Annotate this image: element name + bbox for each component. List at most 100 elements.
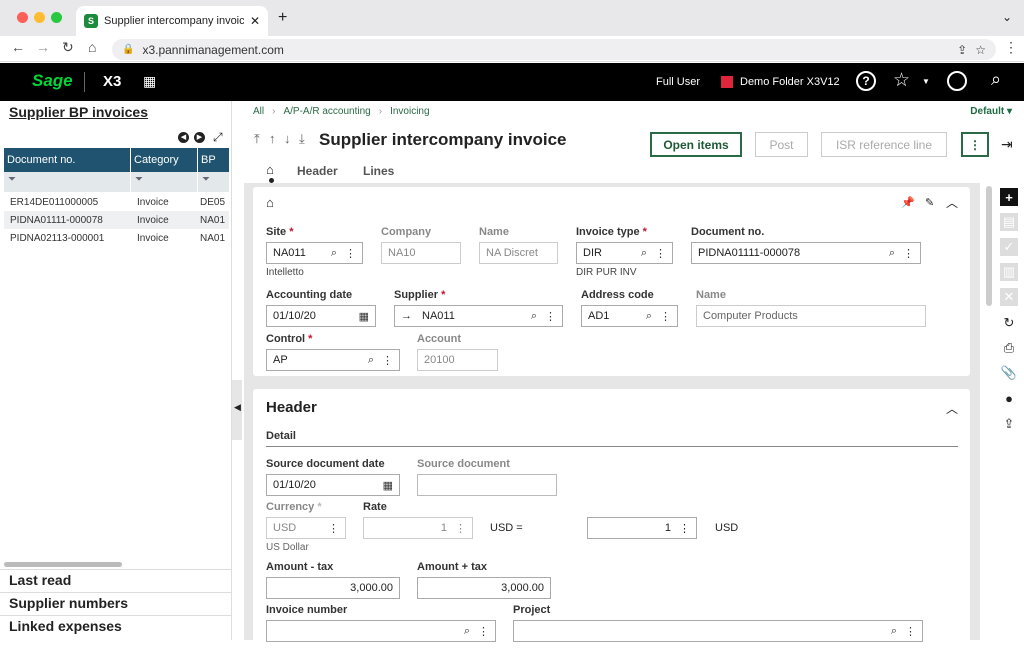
back-icon[interactable]: ← — [11, 39, 25, 55]
sage-favicon-icon: S — [84, 14, 98, 28]
vertical-scrollbar[interactable] — [986, 186, 992, 306]
first-record-icon[interactable]: ⤒ — [254, 131, 260, 147]
invoice-type-field[interactable]: DIR ⌕ ⋮ — [576, 242, 673, 264]
accounting-date-field[interactable]: 01/10/20 ▦ — [266, 305, 376, 327]
new-tab-icon[interactable]: + — [278, 9, 287, 27]
project-field[interactable]: ⌕ ⋮ — [513, 620, 923, 642]
attachment-icon[interactable]: 📎 — [1000, 364, 1018, 382]
favorites-star-icon[interactable]: ☆ — [893, 69, 910, 92]
comment-icon[interactable]: ● — [1000, 389, 1018, 407]
more-icon: ⋮ — [903, 247, 914, 260]
collapse-up-icon[interactable]: ︿ — [946, 400, 958, 417]
search-icon[interactable]: ⌕ — [991, 69, 1001, 90]
left-panel-title[interactable]: Supplier BP invoices — [9, 104, 148, 120]
edit-pencil-icon[interactable]: ✎ — [925, 196, 934, 209]
check-icon[interactable]: ✓ — [1000, 238, 1018, 256]
column-header[interactable]: Document no. — [4, 148, 131, 172]
open-items-button[interactable]: Open items — [650, 132, 742, 157]
close-window-icon[interactable] — [17, 12, 28, 23]
tab-header[interactable]: Header — [297, 164, 338, 178]
source-date-field[interactable]: 01/10/20 ▦ — [266, 474, 400, 496]
section-last-read[interactable]: Last read — [0, 569, 232, 591]
filter-icon[interactable]: ⏷ — [4, 172, 131, 192]
site-field[interactable]: NA011 ⌕ ⋮ — [266, 242, 363, 264]
calendar-icon[interactable]: ▦ — [143, 73, 156, 90]
user-role[interactable]: Full User — [656, 76, 700, 88]
reload-icon[interactable]: ↻ — [62, 39, 74, 56]
help-icon[interactable]: ? — [856, 71, 876, 91]
post-button[interactable]: Post — [755, 132, 808, 157]
breadcrumb-item[interactable]: All — [253, 106, 264, 117]
bookmark-star-icon[interactable]: ☆ — [975, 43, 986, 57]
search-icon: ⌕ — [645, 309, 652, 322]
table-row[interactable]: PIDNA02113-000001 Invoice NA01 — [4, 229, 229, 247]
browser-menu-icon[interactable]: ⋮ — [1004, 39, 1018, 56]
sage-top-bar: Sage X3 ▦ Full User Demo Folder X3V12 ? … — [0, 63, 1024, 101]
previous-icon[interactable]: ◀ — [178, 132, 189, 143]
previous-record-icon[interactable]: ↑ — [269, 131, 276, 146]
filter-icon[interactable]: ⏷ — [198, 172, 229, 192]
exit-icon[interactable]: ⇥ — [1001, 136, 1013, 153]
accounting-date-label: Accounting date — [266, 289, 353, 301]
home-tab-icon[interactable]: ⌂ — [266, 162, 274, 177]
address-code-field[interactable]: AD1 ⌕ ⋮ — [581, 305, 678, 327]
tab-title: Supplier intercompany invoice — [104, 15, 244, 27]
document-no-field[interactable]: PIDNA01111-000078 ⌕ ⋮ — [691, 242, 921, 264]
more-icon: ⋮ — [545, 310, 556, 323]
browser-tab[interactable]: S Supplier intercompany invoice ✕ — [76, 6, 268, 36]
url-field[interactable]: 🔒 x3.pannimanagement.com ⇪ ☆ — [112, 39, 996, 60]
amount-tax-in-field[interactable]: 3,000.00 — [417, 577, 551, 599]
cancel-icon[interactable]: ✕ — [1000, 288, 1018, 306]
refresh-icon[interactable]: ↻ — [1000, 314, 1018, 332]
print-icon[interactable]: ⎙ — [1000, 339, 1018, 357]
compass-icon[interactable] — [947, 71, 967, 91]
title-area: ⤒ ↑ ↓ ⤓ Supplier intercompany invoice Op… — [244, 121, 1024, 183]
maximize-window-icon[interactable] — [51, 12, 62, 23]
search-icon: ⌕ — [530, 309, 537, 322]
more-actions-button[interactable]: ⋮ — [961, 132, 989, 157]
forward-icon[interactable]: → — [36, 39, 50, 55]
source-document-field[interactable] — [417, 474, 557, 496]
column-header[interactable]: Category — [131, 148, 198, 172]
minimize-window-icon[interactable] — [34, 12, 45, 23]
add-icon[interactable]: + — [1000, 188, 1018, 206]
delete-icon[interactable]: ▥ — [1000, 263, 1018, 281]
expand-icon[interactable]: ⤢ — [213, 130, 223, 145]
more-icon: ⋮ — [679, 522, 690, 535]
control-field[interactable]: AP ⌕ ⋮ — [266, 349, 400, 371]
breadcrumb-item[interactable]: Invoicing — [390, 106, 429, 117]
rate-divisor-field[interactable]: 1 ⋮ — [587, 517, 697, 539]
collapse-up-icon[interactable]: ︿ — [946, 194, 958, 211]
close-tab-icon[interactable]: ✕ — [250, 14, 260, 28]
chevron-down-icon[interactable]: ⌄ — [1002, 10, 1012, 24]
section-supplier-numbers[interactable]: Supplier numbers — [0, 592, 232, 614]
table-row[interactable]: PIDNA01111-000078 Invoice NA01 — [4, 211, 229, 229]
invoice-number-field[interactable]: ⌕ ⋮ — [266, 620, 496, 642]
filter-icon[interactable]: ⏷ — [131, 172, 198, 192]
pin-icon[interactable]: 📌 — [901, 196, 915, 209]
divider — [266, 446, 958, 447]
supplier-field[interactable]: → NA011 ⌕ ⋮ — [394, 305, 563, 327]
chevron-down-icon[interactable]: ▼ — [922, 77, 930, 86]
last-record-icon[interactable]: ⤓ — [299, 131, 305, 147]
invoice-number-label: Invoice number — [266, 604, 348, 616]
export-icon[interactable]: ⇪ — [1000, 415, 1018, 433]
save-icon[interactable]: ▤ — [1000, 213, 1018, 231]
view-selector[interactable]: Default ▾ — [970, 106, 1012, 117]
column-header[interactable]: BP — [198, 148, 229, 172]
tab-lines[interactable]: Lines — [363, 164, 394, 178]
section-linked-expenses[interactable]: Linked expenses — [0, 615, 232, 637]
isr-reference-line-button[interactable]: ISR reference line — [821, 132, 947, 157]
breadcrumb-item[interactable]: A/P-A/R accounting — [283, 106, 370, 117]
collapse-panel-icon[interactable]: ◀ — [232, 380, 242, 440]
share-icon[interactable]: ⇪ — [957, 43, 967, 57]
amount-tax-ex-field[interactable]: 3,000.00 — [266, 577, 400, 599]
folder-name[interactable]: Demo Folder X3V12 — [740, 76, 840, 88]
horizontal-scrollbar[interactable] — [4, 562, 122, 567]
table-row[interactable]: ER14DE011000005 Invoice DE05 — [4, 193, 229, 211]
next-record-icon[interactable]: ↓ — [284, 131, 291, 146]
table-header: Document no. Category BP — [4, 148, 229, 172]
sage-logo[interactable]: Sage — [32, 71, 73, 91]
home-icon[interactable]: ⌂ — [88, 39, 96, 55]
next-icon[interactable]: ▶ — [194, 132, 205, 143]
